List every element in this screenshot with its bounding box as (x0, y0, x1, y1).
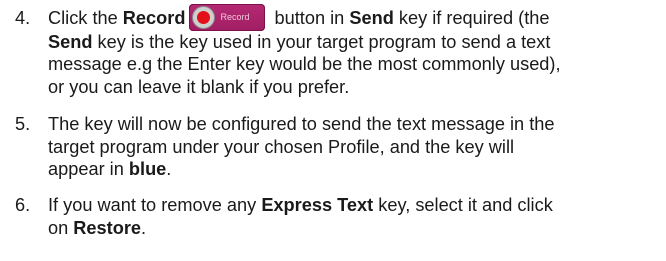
list-item-text: Click the Record Record button in Send ke… (48, 3, 662, 98)
record-dot (197, 10, 211, 24)
list-item-text: If you want to remove any Express Text k… (48, 194, 662, 239)
record-button-image: Record (189, 3, 266, 31)
text-line: or you can leave it blank if you prefer. (48, 76, 350, 97)
list-item-text: The key will now be configured to send t… (48, 113, 662, 181)
instruction-list: 4. Click the Record Record button in Send… (0, 0, 666, 261)
text-line: target program under your chosen Profile… (48, 136, 515, 157)
list-number: 4. (15, 8, 31, 28)
text-line: Click the Record Record button in Send ke… (48, 3, 662, 31)
text-line: on Restore. (48, 217, 147, 238)
list-number: 6. (15, 195, 31, 215)
record-button-label: Record (220, 11, 250, 22)
text-line: appear in blue. (48, 159, 172, 179)
record-circle-icon (192, 5, 216, 29)
text-line: The key will now be configured to send t… (48, 114, 555, 134)
text-line: Send key is the key used in your target … (48, 31, 551, 52)
list-number: 5. (15, 114, 31, 134)
text-line: message e.g the Enter key would be the m… (48, 54, 561, 75)
text-line: If you want to remove any Express Text k… (48, 195, 553, 215)
